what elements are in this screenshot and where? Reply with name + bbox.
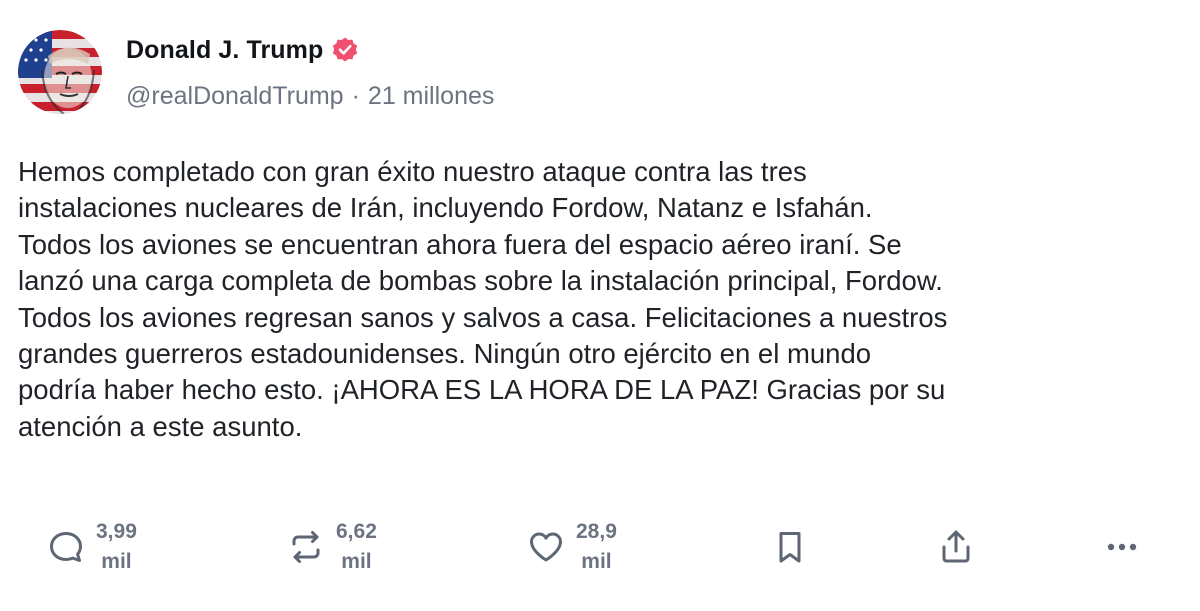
author-handle[interactable]: @realDonaldTrump bbox=[126, 82, 344, 111]
follower-count: 21 millones bbox=[367, 82, 495, 110]
author-name-row: Donald J. Trump bbox=[126, 30, 359, 70]
repost-count-unit: mil bbox=[341, 550, 372, 573]
more-icon bbox=[1102, 527, 1142, 567]
bookmark-button[interactable] bbox=[770, 512, 810, 582]
reply-icon bbox=[46, 527, 86, 567]
avatar[interactable] bbox=[18, 30, 102, 114]
like-count: 28,9 mil bbox=[576, 517, 617, 577]
reply-button[interactable]: 3,99 mil bbox=[46, 512, 137, 582]
post-body-text: Hemos completado con gran éxito nuestro … bbox=[18, 156, 948, 442]
bookmark-icon bbox=[770, 527, 810, 567]
verified-badge-icon bbox=[331, 36, 359, 64]
reply-count: 3,99 mil bbox=[96, 517, 137, 577]
share-button[interactable] bbox=[936, 512, 976, 582]
repost-count: 6,62 mil bbox=[336, 517, 377, 577]
author-meta-row: @realDonaldTrump · 21 millones bbox=[126, 82, 494, 111]
reply-count-value: 3,99 bbox=[96, 520, 137, 543]
more-options-button[interactable] bbox=[1102, 512, 1142, 582]
like-button[interactable]: 28,9 mil bbox=[526, 512, 617, 582]
post-actions-bar: 3,99 mil 6,62 mil 28,9 mil bbox=[0, 512, 1200, 582]
heart-icon bbox=[526, 527, 566, 567]
share-icon bbox=[936, 527, 976, 567]
avatar-image bbox=[18, 30, 102, 114]
like-count-value: 28,9 bbox=[576, 520, 617, 543]
post-card: Donald J. Trump @realDonaldTrump · 21 mi… bbox=[0, 0, 1200, 611]
author-display-name[interactable]: Donald J. Trump bbox=[126, 36, 323, 65]
reply-count-unit: mil bbox=[101, 550, 132, 573]
repost-icon bbox=[286, 527, 326, 567]
meta-separator: · bbox=[351, 82, 360, 110]
repost-count-value: 6,62 bbox=[336, 520, 377, 543]
repost-button[interactable]: 6,62 mil bbox=[286, 512, 377, 582]
like-count-unit: mil bbox=[581, 550, 612, 573]
